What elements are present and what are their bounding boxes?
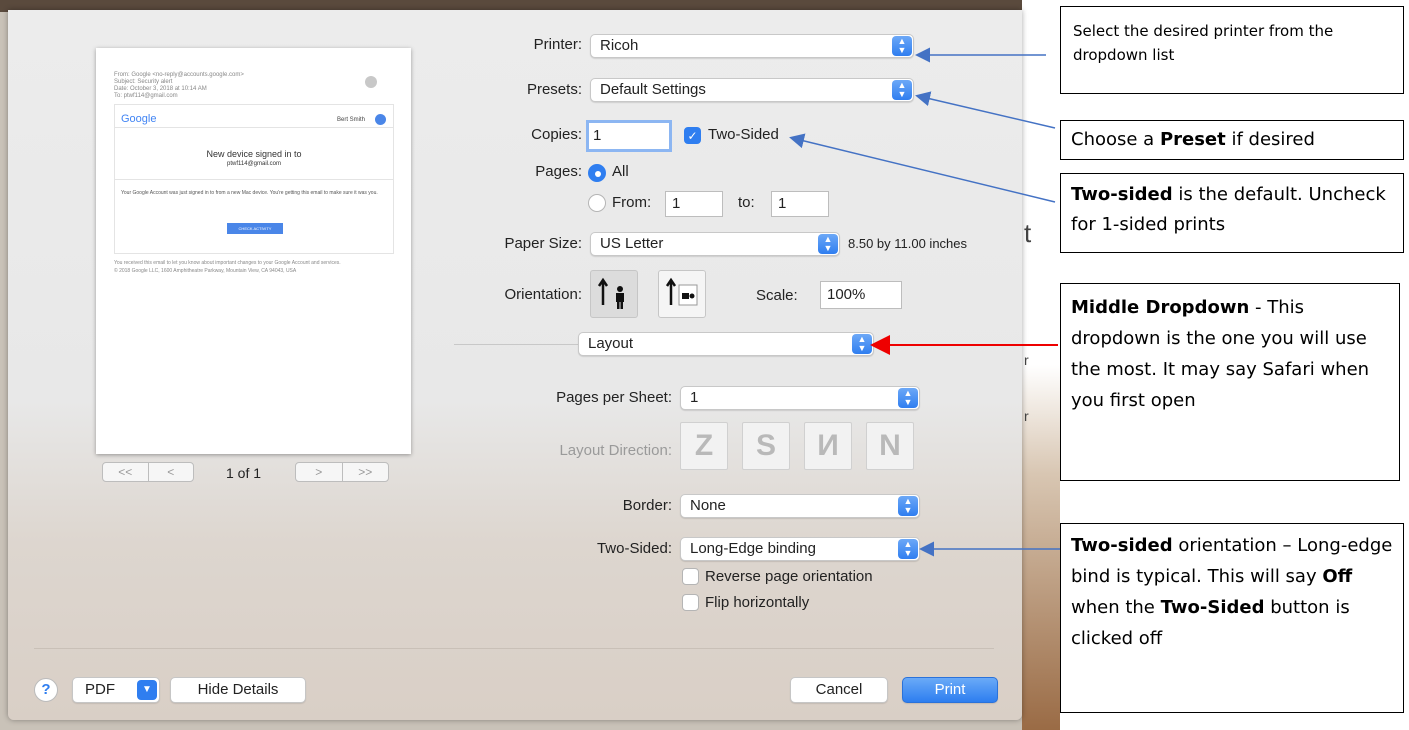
callout-binding-bold-1: Two-sided	[1071, 535, 1173, 556]
arrow-two-sided	[789, 133, 1056, 203]
callout-two-sided: Two-sided is the default. Uncheck for 1-…	[1060, 173, 1404, 253]
callout-printer-text: Select the desired printer from the drop…	[1073, 22, 1334, 64]
callout-binding-text-2: when the	[1071, 597, 1161, 618]
callout-preset: Choose a Preset if desired	[1060, 120, 1404, 160]
callout-middle-dropdown: Middle Dropdown - This dropdown is the o…	[1060, 283, 1400, 481]
callout-binding-bold-3: Two-Sided	[1160, 597, 1265, 618]
callout-two-sided-bold: Two-sided	[1071, 184, 1173, 205]
callout-middle-bold: Middle Dropdown	[1071, 297, 1250, 318]
callout-printer: Select the desired printer from the drop…	[1060, 6, 1404, 94]
arrow-preset	[915, 91, 1056, 129]
callout-preset-bold: Preset	[1159, 129, 1226, 150]
callout-binding: Two-sided orientation – Long-edge bind i…	[1060, 523, 1404, 713]
callout-binding-bold-2: Off	[1322, 566, 1353, 587]
callout-preset-post: if desired	[1225, 129, 1315, 150]
callout-preset-pre: Choose a	[1071, 129, 1160, 150]
